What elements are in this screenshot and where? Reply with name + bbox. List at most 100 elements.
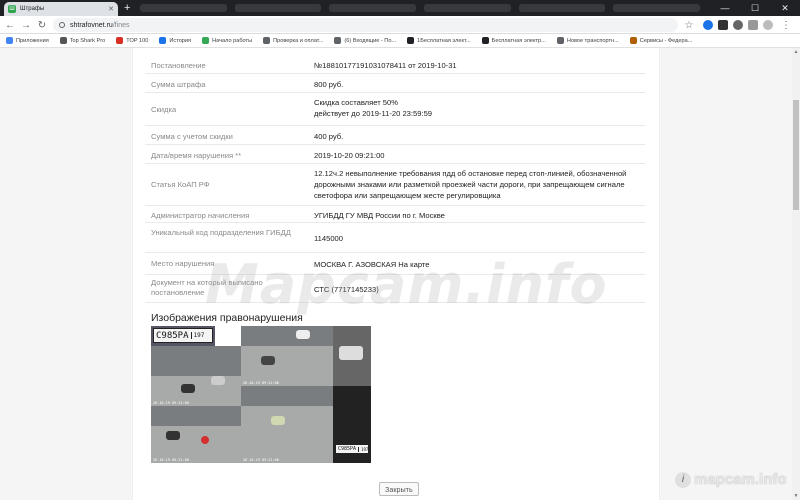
bookmark-icon xyxy=(202,37,210,44)
bookmark-label: Проверка и оплат... xyxy=(273,37,324,44)
minimize-icon[interactable]: — xyxy=(710,0,740,16)
bookmarks-bar: Приложения Top Shark Pro TOP 100 История Нач… xyxy=(0,34,800,48)
scroll-thumb[interactable] xyxy=(793,100,799,210)
bookmark-item[interactable]: Бесплатная электр... xyxy=(481,37,546,44)
bookmark-label: Top Shark Pro xyxy=(69,37,106,44)
bookmark-item[interactable]: (6) Входящие - По... xyxy=(334,37,396,44)
bookmark-icon xyxy=(556,37,564,44)
bookmark-label: Бесплатная электр... xyxy=(491,37,546,44)
bookmark-item[interactable]: История xyxy=(159,37,191,44)
bookmark-icon xyxy=(629,37,637,44)
reload-icon[interactable]: ↻ xyxy=(36,19,48,31)
detail-label: Дата/время нарушения ** xyxy=(151,151,242,160)
bookmark-icon xyxy=(407,37,415,44)
bookmark-label: (6) Входящие - По... xyxy=(344,37,397,44)
bookmark-label: Сервисы - Федера... xyxy=(639,37,693,44)
detail-label: Сумма с учетом скидки xyxy=(151,132,233,141)
url-host: shtrafovnet.ru xyxy=(70,21,113,29)
blurred-tabs xyxy=(140,4,701,12)
scroll-up-icon[interactable]: ▲ xyxy=(792,48,800,56)
detail-value: 800 руб. xyxy=(314,80,344,89)
page-viewport: Постановление №18810177191031078411 от 20… xyxy=(0,48,792,500)
bookmark-star-icon[interactable]: ☆ xyxy=(683,19,695,31)
lock-icon xyxy=(59,22,65,28)
plate-crop: С985РА 197 xyxy=(151,326,215,346)
close-button[interactable]: Закрыть xyxy=(379,482,419,496)
bookmark-item[interactable]: 1Бесплатная элект... xyxy=(407,37,471,44)
plate-number: С985РА 197 xyxy=(335,444,369,454)
violation-photo[interactable]: С985РА 197 xyxy=(333,386,371,463)
detail-row: Дата/время нарушения ** 2019-10-20 09:21:… xyxy=(145,145,645,164)
detail-value: 400 руб. xyxy=(314,132,344,141)
bookmark-label: История xyxy=(169,37,192,44)
detail-value: 12.12ч.2 невыполнение требования пдд об … xyxy=(314,169,627,200)
extension-icon[interactable] xyxy=(733,20,743,30)
bookmark-icon xyxy=(263,37,271,44)
back-icon[interactable]: ← xyxy=(4,19,16,31)
detail-row: Сумма с учетом скидки 400 руб. xyxy=(145,126,645,145)
browser-toolbar: ← → ↻ shtrafovnet.ru /fines ☆ ⋮ xyxy=(0,16,800,34)
bookmark-icon xyxy=(334,37,342,44)
plate-number: С985РА 197 xyxy=(153,328,213,343)
detail-row: Статья КоАП РФ 12.12ч.2 невыполнение треб… xyxy=(145,164,645,206)
bookmark-label: Новое транспортн... xyxy=(566,37,619,44)
detail-label: Администратор начисления xyxy=(151,211,250,220)
detail-label: Постановление xyxy=(151,61,206,70)
menu-icon[interactable]: ⋮ xyxy=(780,19,792,31)
url-path: /fines xyxy=(112,21,130,29)
window-close-icon[interactable]: ✕ xyxy=(770,0,800,16)
violation-photo[interactable]: 26.10.19 09:21:00 xyxy=(151,346,241,406)
tab-active[interactable]: Ш Штрафы ✕ xyxy=(4,2,118,16)
detail-value: УГИБДД ГУ МВД России по г. Москве xyxy=(314,211,445,220)
new-tab-icon[interactable]: + xyxy=(124,2,130,14)
detail-value: №18810177191031078411 от 2019-10-31 xyxy=(314,61,457,70)
detail-row: Сумма штрафа 800 руб. xyxy=(145,74,645,93)
detail-row: Уникальный код подразделения ГИБДД 114500… xyxy=(145,223,645,253)
extension-icon[interactable] xyxy=(703,20,713,30)
page-scrollbar[interactable]: ▲ ▼ xyxy=(792,48,800,500)
tab-title: Штрафы xyxy=(20,6,45,12)
violation-photo[interactable] xyxy=(333,326,371,386)
extension-icon[interactable] xyxy=(748,20,758,30)
detail-label: Уникальный код подразделения ГИБДД xyxy=(151,228,291,237)
detail-row: Скидка Скидка составляет 50% действует до … xyxy=(145,93,645,126)
violation-photo[interactable]: 26.10.19 09:21:00 xyxy=(241,386,333,463)
bookmark-item[interactable]: Новое транспортн... xyxy=(556,37,619,44)
detail-label: Сумма штрафа xyxy=(151,80,206,89)
scroll-down-icon[interactable]: ▼ xyxy=(792,492,800,500)
bookmark-label: Начало работы xyxy=(212,37,253,44)
bookmark-icon xyxy=(116,37,124,44)
bookmark-item[interactable]: Top Shark Pro xyxy=(59,37,106,44)
bookmark-icon xyxy=(6,37,13,44)
maximize-icon[interactable]: ☐ xyxy=(740,0,770,16)
site-favicon-icon: Ш xyxy=(8,5,16,13)
violation-photo[interactable]: 26.10.19 09:21:00 xyxy=(151,406,241,463)
avatar[interactable] xyxy=(763,20,773,30)
detail-row: Администратор начисления УГИБДД ГУ МВД Ро… xyxy=(145,206,645,223)
address-bar[interactable]: shtrafovnet.ru /fines xyxy=(53,18,678,32)
detail-value: 1145000 xyxy=(314,234,343,243)
bookmark-item[interactable]: Проверка и оплат... xyxy=(263,37,323,44)
violation-photo[interactable]: 26.10.19 09:21:00 xyxy=(241,326,333,386)
detail-label: Скидка xyxy=(151,105,177,114)
bookmark-item[interactable]: Начало работы xyxy=(202,37,252,44)
detail-value: Скидка составляет 50% действует до 2019-1… xyxy=(314,98,433,118)
tab-strip: Ш Штрафы ✕ + — ☐ ✕ xyxy=(0,0,800,16)
extension-icon[interactable] xyxy=(718,20,728,30)
detail-value: 2019-10-20 09:21:00 xyxy=(314,151,385,160)
logo-text: mapcam.info xyxy=(694,471,787,488)
bookmark-item[interactable]: Приложения xyxy=(6,37,49,44)
info-icon: i xyxy=(675,471,691,488)
violation-photos[interactable]: С985РА 197 26.10.19 09:21:00 26.10.19 09:… xyxy=(151,326,371,463)
bookmark-item[interactable]: TOP 100 xyxy=(116,37,148,44)
watermark: Mapcam.info xyxy=(205,253,608,316)
detail-row: Постановление №18810177191031078411 от 20… xyxy=(145,56,645,74)
tab-close-icon[interactable]: ✕ xyxy=(108,5,114,13)
bookmark-icon xyxy=(59,37,67,44)
bookmark-icon xyxy=(159,37,167,44)
bookmark-label: TOP 100 xyxy=(126,37,149,44)
bookmark-label: Приложения xyxy=(16,37,49,44)
forward-icon[interactable]: → xyxy=(20,19,32,31)
mapcam-logo: i mapcam.info xyxy=(675,471,787,488)
bookmark-item[interactable]: Сервисы - Федера... xyxy=(629,37,693,44)
